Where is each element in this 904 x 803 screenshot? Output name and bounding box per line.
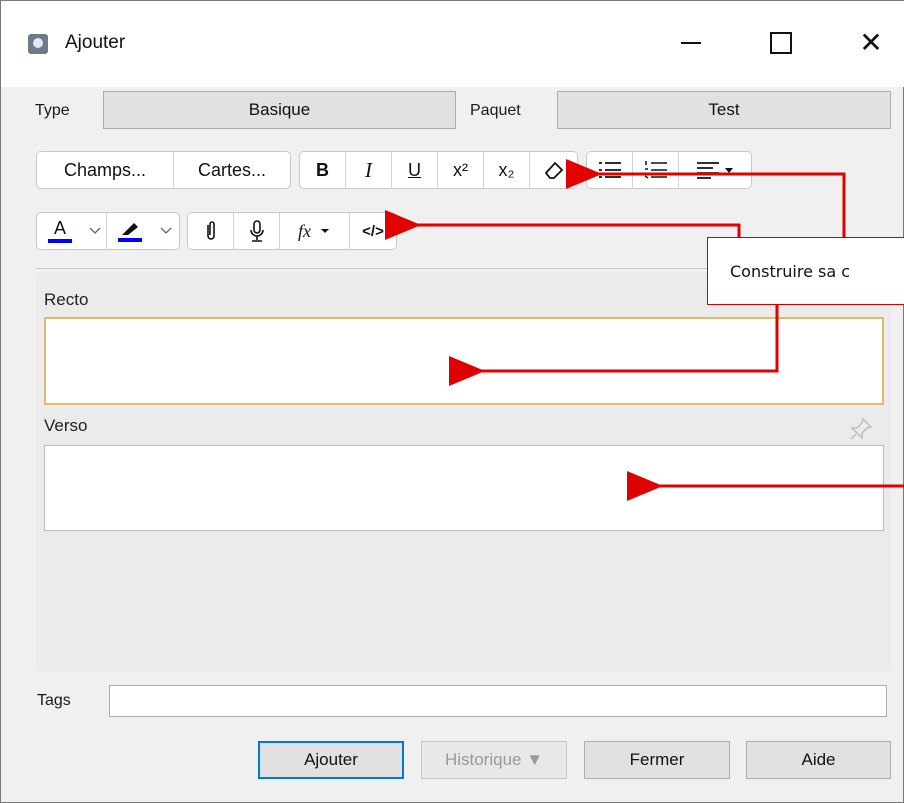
highlight-dropdown-icon[interactable] <box>153 213 179 249</box>
fields-cards-group: Champs... Cartes... <box>36 151 291 189</box>
html-editor-button[interactable]: </> <box>350 213 396 249</box>
media-group: fx </> <box>187 212 397 250</box>
bold-button[interactable]: B <box>300 152 346 188</box>
underline-button[interactable]: U <box>392 152 438 188</box>
arrow-to-toolbar-row2 <box>385 210 741 240</box>
ordered-list-icon[interactable] <box>633 152 679 188</box>
deck-button[interactable]: Test <box>557 91 891 129</box>
close-button[interactable]: Fermer <box>584 741 730 779</box>
color-group: A <box>36 212 180 250</box>
history-button[interactable]: Historique ▼ <box>421 741 567 779</box>
help-button[interactable]: Aide <box>746 741 891 779</box>
text-color-label: A <box>53 218 66 238</box>
highlight-button[interactable] <box>107 213 153 249</box>
italic-button[interactable]: I <box>346 152 392 188</box>
deck-label: Paquet <box>470 102 521 119</box>
maximize-icon[interactable] <box>761 23 801 63</box>
type-label: Type <box>35 102 70 119</box>
pin-icon[interactable] <box>849 417 873 447</box>
unordered-list-icon[interactable] <box>587 152 633 188</box>
minimize-icon[interactable] <box>671 23 711 63</box>
fields-button[interactable]: Champs... <box>37 152 174 188</box>
microphone-icon[interactable] <box>234 213 280 249</box>
mathjax-label: fx <box>298 220 311 241</box>
highlight-color-swatch <box>118 237 142 242</box>
list-group <box>586 151 752 189</box>
add-button[interactable]: Ajouter <box>258 741 404 779</box>
field-recto-input[interactable] <box>44 317 884 405</box>
annotation-callout: Construire sa c <box>707 237 904 305</box>
title-bar: Ajouter ✕ <box>1 1 904 87</box>
app-icon <box>28 34 48 54</box>
field-label-verso: Verso <box>44 416 88 435</box>
tags-label: Tags <box>37 692 71 709</box>
text-color-swatch <box>48 239 72 243</box>
paperclip-icon[interactable] <box>188 213 234 249</box>
superscript-button[interactable]: x² <box>438 152 484 188</box>
tags-input[interactable] <box>109 685 887 717</box>
align-dropdown-icon[interactable] <box>679 152 751 188</box>
subscript-button[interactable]: x₂ <box>484 152 530 188</box>
close-icon[interactable]: ✕ <box>851 23 891 63</box>
field-verso-input[interactable] <box>44 445 884 531</box>
format-group: B I U x² x₂ <box>299 151 578 189</box>
mathjax-dropdown-icon <box>321 229 329 233</box>
field-label-recto: Recto <box>44 290 89 309</box>
eraser-icon[interactable] <box>530 152 577 188</box>
mathjax-button[interactable]: fx <box>280 213 350 249</box>
cards-button[interactable]: Cartes... <box>174 152 290 188</box>
window-title: Ajouter <box>65 32 126 53</box>
highlighter-icon <box>122 222 138 235</box>
add-card-window: Ajouter ✕ Type Basique Paquet Test Champ… <box>0 0 904 803</box>
text-color-button[interactable]: A <box>37 213 83 249</box>
note-type-button[interactable]: Basique <box>103 91 456 129</box>
text-color-dropdown-icon[interactable] <box>83 213 107 249</box>
